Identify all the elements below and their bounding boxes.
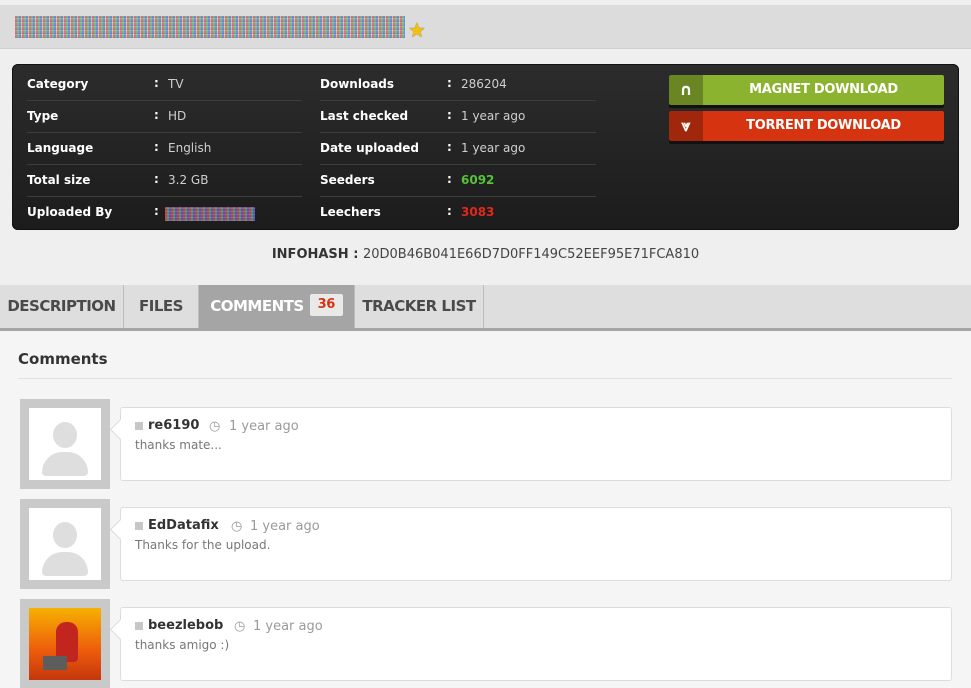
tab-comments[interactable]: COMMENTS 36	[199, 285, 355, 328]
info-value: 3.2 GB	[168, 173, 209, 187]
tab-description[interactable]: DESCRIPTION	[0, 285, 124, 328]
info-row-uploaded-by: Uploaded By :	[27, 197, 302, 229]
info-row-category: Category : TV	[27, 69, 302, 101]
info-value: 1 year ago	[461, 141, 526, 155]
info-row-type: Type : HD	[27, 101, 302, 133]
info-label: Last checked	[320, 109, 409, 123]
torrent-download-label: TORRENT DOWNLOAD	[746, 118, 901, 133]
info-value: 1 year ago	[461, 109, 526, 123]
seeders-count: 6092	[461, 173, 495, 187]
info-column-right: Downloads : 286204 Last checked : 1 year…	[320, 69, 596, 229]
info-label: Category	[27, 77, 89, 91]
default-avatar-icon	[53, 422, 77, 448]
info-value: 286204	[461, 77, 507, 91]
info-row-downloads: Downloads : 286204	[320, 69, 596, 101]
infohash-value: 20D0B46B041E66D7D0FF149C52EEF95E71FCA810	[362, 247, 700, 262]
star-icon[interactable]: ★	[408, 20, 426, 40]
comment-item: re6190 ◷ 1 year ago thanks mate...	[20, 399, 952, 489]
clock-icon: ◷	[234, 619, 246, 634]
avatar[interactable]	[20, 399, 110, 489]
divider	[18, 378, 952, 379]
info-row-seeders: Seeders : 6092	[320, 165, 596, 197]
comments-count-badge: 36	[309, 293, 343, 316]
clock-icon: ◷	[231, 519, 243, 534]
comment-bubble: beezlebob ◷ 1 year ago thanks amigo :)	[120, 607, 952, 681]
magnet-icon: ∩	[669, 75, 703, 105]
comment-bubble: EdDatafix ◷ 1 year ago Thanks for the up…	[120, 507, 952, 581]
info-value: English	[168, 141, 212, 155]
comment-item: beezlebob ◷ 1 year ago thanks amigo :)	[20, 599, 952, 688]
info-row-date-uploaded: Date uploaded : 1 year ago	[320, 133, 596, 165]
info-label: Date uploaded	[320, 141, 420, 155]
torrent-download-button[interactable]: ⩔ TORRENT DOWNLOAD	[669, 111, 944, 141]
info-value[interactable]: HD	[168, 109, 186, 123]
default-avatar-icon	[53, 522, 77, 548]
info-column-left: Category : TV Type : HD Language : Engli…	[27, 69, 302, 229]
info-label: Uploaded By	[27, 205, 113, 219]
info-row-leechers: Leechers : 3083	[320, 204, 495, 219]
comment-username[interactable]: re6190	[148, 418, 199, 433]
info-label: Language	[27, 141, 94, 155]
torrent-info-panel: Category : TV Type : HD Language : Engli…	[12, 64, 959, 230]
comment-bubble: re6190 ◷ 1 year ago thanks mate...	[120, 407, 952, 481]
magnet-download-label: MAGNET DOWNLOAD	[749, 82, 898, 97]
comment-username[interactable]: beezlebob	[148, 618, 223, 633]
info-label: Seeders	[320, 173, 375, 187]
info-value[interactable]: TV	[168, 77, 184, 91]
uploader-link-obscured[interactable]	[165, 207, 255, 221]
info-label: Total size	[27, 173, 91, 187]
avatar[interactable]	[20, 599, 110, 688]
avatar[interactable]	[20, 499, 110, 589]
comment-time: 1 year ago	[250, 519, 320, 534]
clock-icon: ◷	[209, 419, 221, 434]
comment-text: thanks amigo :)	[135, 638, 230, 652]
devil-avatar-icon	[29, 608, 101, 680]
comment-item: EdDatafix ◷ 1 year ago Thanks for the up…	[20, 499, 952, 589]
comment-text: Thanks for the upload.	[135, 538, 271, 552]
info-label: Downloads	[320, 77, 395, 91]
info-label: Type	[27, 109, 59, 123]
info-row-last-checked: Last checked : 1 year ago	[320, 101, 596, 133]
tab-bar: DESCRIPTION FILES COMMENTS 36 TRACKER LIS…	[0, 285, 971, 331]
comments-heading: Comments	[18, 350, 108, 368]
obscured-title	[15, 16, 405, 38]
title-bar: ★	[0, 5, 971, 49]
info-row-total-size: Total size : 3.2 GB	[27, 165, 302, 197]
info-row-language: Language : English	[27, 133, 302, 165]
leechers-count: 3083	[461, 205, 495, 219]
comments-section: Comments re6190 ◷ 1 year ago thanks mate…	[0, 331, 971, 688]
tab-tracker-list[interactable]: TRACKER LIST	[355, 285, 484, 328]
comment-text: thanks mate...	[135, 438, 222, 452]
comment-time: 1 year ago	[253, 619, 323, 634]
comment-username[interactable]: EdDatafix	[148, 518, 219, 533]
magnet-download-button[interactable]: ∩ MAGNET DOWNLOAD	[669, 75, 944, 105]
tab-files[interactable]: FILES	[124, 285, 199, 328]
infohash-label: INFOHASH	[271, 247, 349, 262]
info-label: Leechers	[320, 205, 381, 219]
double-chevron-down-icon: ⩔	[669, 111, 703, 141]
comment-time: 1 year ago	[229, 419, 299, 434]
infohash: INFOHASH : 20D0B46B041E66D7D0FF149C52EEF…	[271, 247, 700, 262]
